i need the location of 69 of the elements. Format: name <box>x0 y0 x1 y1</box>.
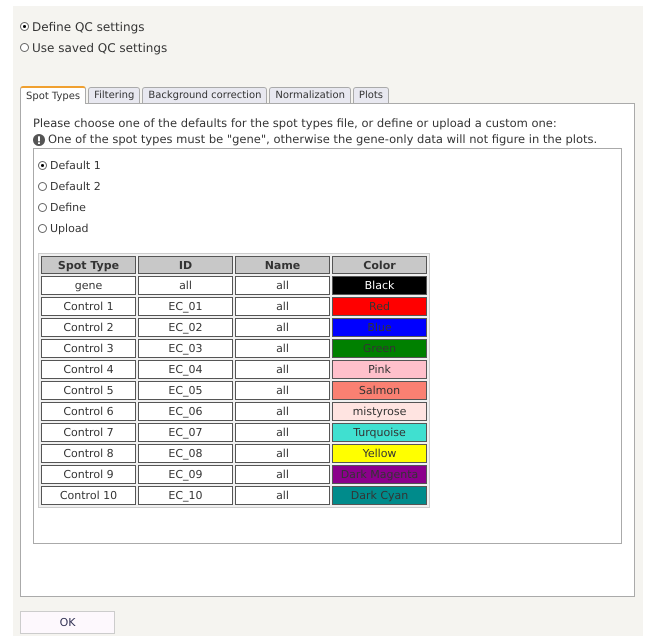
table-cell: Control 4 <box>41 360 136 379</box>
tab[interactable]: Normalization <box>269 87 351 103</box>
radio-icon[interactable] <box>20 22 29 31</box>
table-cell: Control 1 <box>41 297 136 316</box>
table-cell: EC_02 <box>138 318 233 337</box>
table-cell: Control 2 <box>41 318 136 337</box>
color-swatch-cell: mistyrose <box>332 402 427 421</box>
table-cell: all <box>235 360 330 379</box>
radio-option[interactable]: Upload <box>38 218 621 239</box>
table-cell: EC_09 <box>138 465 233 484</box>
table-cell: all <box>138 276 233 295</box>
color-swatch-cell: Blue <box>332 318 427 337</box>
table-cell: all <box>235 465 330 484</box>
color-swatch-cell: Red <box>332 297 427 316</box>
table-cell: all <box>235 297 330 316</box>
instruction-text: Please choose one of the defaults for the spot types file, or define or upload a custom one: <box>33 116 558 130</box>
table-cell: Control 9 <box>41 465 136 484</box>
table-cell: Control 3 <box>41 339 136 358</box>
tab[interactable]: Plots <box>352 87 389 103</box>
color-swatch-cell: Dark Cyan <box>332 486 427 505</box>
table-cell: all <box>235 381 330 400</box>
radio-option[interactable]: Define QC settings <box>20 16 635 37</box>
tab[interactable]: Spot Types <box>20 86 86 104</box>
radio-icon[interactable] <box>20 43 29 52</box>
radio-icon[interactable] <box>38 224 47 233</box>
table-cell: Control 7 <box>41 423 136 442</box>
table-cell: all <box>235 318 330 337</box>
tab[interactable]: Filtering <box>88 87 140 103</box>
table-cell: EC_07 <box>138 423 233 442</box>
table-cell: Control 8 <box>41 444 136 463</box>
tab[interactable]: Background correction <box>142 87 268 103</box>
color-swatch-cell: Green <box>332 339 427 358</box>
radio-option[interactable]: Use saved QC settings <box>20 37 635 58</box>
table-cell: EC_01 <box>138 297 233 316</box>
column-header: Spot Type <box>41 256 136 274</box>
color-swatch-cell: Dark Magenta <box>332 465 427 484</box>
radio-icon[interactable] <box>38 182 47 191</box>
color-swatch-cell: Black <box>332 276 427 295</box>
column-header: Name <box>235 256 330 274</box>
radio-icon[interactable] <box>38 203 47 212</box>
table-cell: EC_04 <box>138 360 233 379</box>
column-header: ID <box>138 256 233 274</box>
table-cell: all <box>235 402 330 421</box>
color-swatch-cell: Pink <box>332 360 427 379</box>
color-swatch-cell: Yellow <box>332 444 427 463</box>
table-cell: Control 5 <box>41 381 136 400</box>
table-cell: EC_05 <box>138 381 233 400</box>
warning-icon <box>33 134 45 146</box>
table-cell: Control 6 <box>41 402 136 421</box>
radio-option[interactable]: Default 2 <box>38 176 621 197</box>
table-cell: EC_03 <box>138 339 233 358</box>
ok-button[interactable]: OK <box>20 611 115 634</box>
column-header: Color <box>332 256 427 274</box>
table-cell: EC_10 <box>138 486 233 505</box>
table-cell: all <box>235 423 330 442</box>
warning-text: One of the spot types must be "gene", otherwise the gene-only data will not figure in the plots. <box>48 133 598 146</box>
radio-option[interactable]: Default 1 <box>38 155 621 176</box>
color-swatch-cell: Salmon <box>332 381 427 400</box>
radio-option[interactable]: Define <box>38 197 621 218</box>
table-cell: all <box>235 276 330 295</box>
table-cell: EC_08 <box>138 444 233 463</box>
table-cell: all <box>235 444 330 463</box>
table-cell: all <box>235 339 330 358</box>
table-cell: all <box>235 486 330 505</box>
table-cell: EC_06 <box>138 402 233 421</box>
table-cell: gene <box>41 276 136 295</box>
table-cell: Control 10 <box>41 486 136 505</box>
radio-icon[interactable] <box>38 161 47 170</box>
color-swatch-cell: Turquoise <box>332 423 427 442</box>
